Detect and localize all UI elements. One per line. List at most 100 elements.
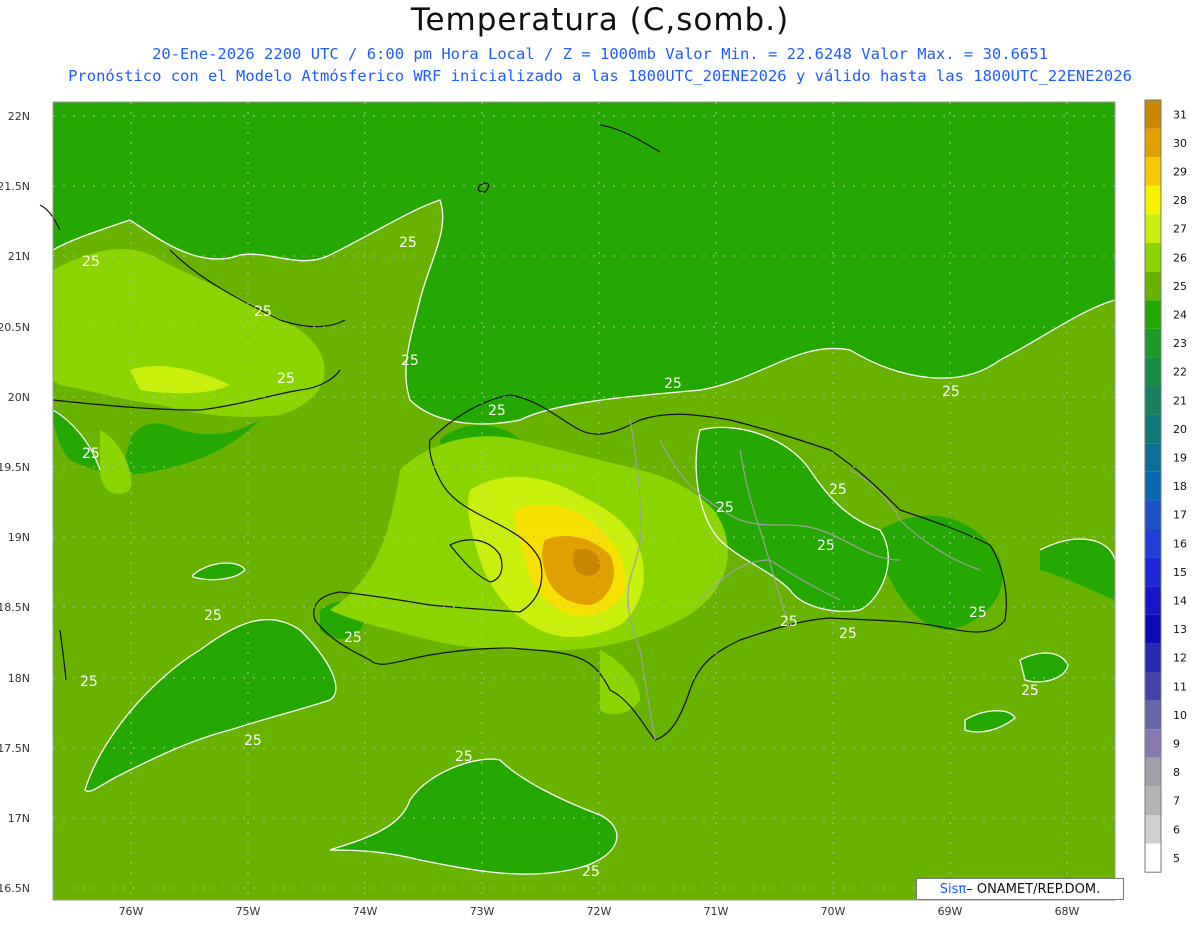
contour-label: 25 bbox=[839, 626, 857, 642]
contour-label: 25 bbox=[399, 235, 417, 251]
colorbar-swatch bbox=[1145, 271, 1161, 301]
lat-label: 20N bbox=[8, 391, 30, 404]
lat-label: 19.5N bbox=[0, 461, 30, 474]
warm-27-regions bbox=[130, 365, 644, 637]
colorbar-swatch bbox=[1145, 757, 1161, 787]
lat-label: 16.5N bbox=[0, 882, 30, 895]
colorbar-label: 13 bbox=[1173, 623, 1187, 636]
credit-brand: Sisπ bbox=[939, 881, 967, 897]
colorbar-label: 7 bbox=[1173, 795, 1180, 808]
lon-label: 68W bbox=[1055, 905, 1080, 918]
model-info-line: Pronóstico con el Modelo Atmósferico WRF… bbox=[68, 67, 1132, 85]
lon-label: 75W bbox=[236, 905, 261, 918]
borders bbox=[627, 419, 981, 741]
lat-label: 17N bbox=[8, 812, 30, 825]
colorbar-label: 20 bbox=[1173, 423, 1187, 436]
warm-31-regions bbox=[572, 548, 601, 576]
colorbar-label: 22 bbox=[1173, 366, 1187, 379]
contour-label: 25 bbox=[204, 608, 222, 624]
lon-label: 69W bbox=[938, 905, 963, 918]
colorbar-label: 10 bbox=[1173, 709, 1187, 722]
lon-label: 76W bbox=[119, 905, 144, 918]
lon-label: 74W bbox=[353, 905, 378, 918]
lat-label: 17.5N bbox=[0, 742, 30, 755]
colorbar-label: 23 bbox=[1173, 337, 1187, 350]
colorbar-swatch bbox=[1145, 557, 1161, 587]
credit-text: – ONAMET/REP.DOM. bbox=[966, 881, 1101, 897]
colorbar-label: 28 bbox=[1173, 194, 1187, 207]
colorbar-swatch bbox=[1145, 471, 1161, 501]
contour-25 bbox=[52, 199, 1116, 875]
colorbar-swatch bbox=[1145, 243, 1161, 272]
lon-label: 70W bbox=[821, 905, 846, 918]
colorbar-frame bbox=[1144, 99, 1162, 873]
colorbar-label: 21 bbox=[1173, 394, 1187, 407]
colorbar-label: 26 bbox=[1173, 251, 1187, 264]
contour-label: 25 bbox=[942, 384, 960, 400]
contour-label: 25 bbox=[488, 403, 506, 419]
colorbar-swatch bbox=[1145, 185, 1161, 215]
colorbar-swatch bbox=[1145, 214, 1161, 243]
contour-labels: 25 25 25 25 25 25 25 25 25 25 25 25 25 2… bbox=[80, 235, 1039, 880]
colorbar-label: 19 bbox=[1173, 452, 1187, 465]
contour-label: 25 bbox=[969, 605, 987, 621]
colorbar: 31 30 29 28 27 26 25 24 23 22 21 20 19 18 17 16 15 14 13 12… bbox=[1144, 99, 1187, 873]
coastlines bbox=[39, 124, 1007, 741]
colorbar-label: 11 bbox=[1173, 680, 1187, 693]
colorbar-swatch bbox=[1145, 443, 1161, 472]
colorbar-swatch bbox=[1145, 414, 1161, 444]
contour-label: 25 bbox=[817, 538, 835, 554]
contour-label: 25 bbox=[244, 733, 262, 749]
colorbar-label: 16 bbox=[1173, 537, 1187, 550]
colorbar-swatch bbox=[1145, 729, 1161, 758]
contour-label: 25 bbox=[829, 482, 847, 498]
colorbar-swatch bbox=[1145, 786, 1161, 815]
longitude-axis: 76W 75W 74W 73W 72W 71W 70W 69W 68W bbox=[119, 905, 1080, 918]
valid-time-line: 20-Ene-2026 2200 UTC / 6:00 pm Hora Loca… bbox=[152, 45, 1048, 63]
lon-label: 72W bbox=[587, 905, 612, 918]
colorbar-label: 12 bbox=[1173, 652, 1187, 665]
colorbar-label: 6 bbox=[1173, 823, 1180, 836]
credit-box: Sisπ – ONAMET/REP.DOM. bbox=[916, 878, 1124, 900]
colorbar-swatch bbox=[1145, 300, 1161, 329]
colorbar-swatch bbox=[1145, 614, 1161, 644]
colorbar-swatch bbox=[1145, 328, 1161, 358]
colorbar-label: 25 bbox=[1173, 280, 1187, 293]
colorbar-swatch bbox=[1145, 672, 1161, 701]
colorbar-label: 18 bbox=[1173, 480, 1187, 493]
contour-label: 25 bbox=[664, 376, 682, 392]
colorbar-swatch bbox=[1145, 100, 1161, 129]
colorbar-swatch bbox=[1145, 843, 1161, 873]
lat-label: 21.5N bbox=[0, 180, 30, 193]
map-title: Temperatura (C,somb.) bbox=[410, 2, 790, 38]
lon-label: 73W bbox=[470, 905, 495, 918]
lat-label: 18N bbox=[8, 672, 30, 685]
field-background bbox=[53, 102, 1115, 900]
contour-label: 25 bbox=[1021, 683, 1039, 699]
colorbar-swatch bbox=[1145, 386, 1161, 415]
contour-label: 25 bbox=[582, 864, 600, 880]
lat-label: 22N bbox=[8, 110, 30, 123]
map-frame bbox=[52, 101, 1116, 901]
colorbar-swatch bbox=[1145, 815, 1161, 844]
graticule bbox=[53, 102, 1115, 900]
contour-label: 25 bbox=[254, 304, 272, 320]
colorbar-label: 15 bbox=[1173, 566, 1187, 579]
colorbar-label: 5 bbox=[1173, 852, 1180, 865]
colorbar-swatch bbox=[1145, 128, 1161, 158]
contour-label: 25 bbox=[80, 674, 98, 690]
colorbar-label: 8 bbox=[1173, 766, 1180, 779]
colorbar-swatch bbox=[1145, 500, 1161, 529]
latitude-axis: 22N 21.5N 21N 20.5N 20N 19.5N 19N 18.5N … bbox=[0, 110, 30, 895]
colorbar-swatch bbox=[1145, 643, 1161, 672]
lat-label: 20.5N bbox=[0, 321, 30, 334]
colorbar-swatch bbox=[1145, 157, 1161, 186]
colorbar-swatch bbox=[1145, 700, 1161, 730]
colorbar-label: 30 bbox=[1173, 137, 1187, 150]
colorbar-label: 9 bbox=[1173, 738, 1180, 751]
colorbar-swatch bbox=[1145, 586, 1161, 615]
contour-label: 25 bbox=[344, 630, 362, 646]
warm-30-regions bbox=[542, 535, 614, 605]
lat-label: 18.5N bbox=[0, 601, 30, 614]
colorbar-label: 29 bbox=[1173, 166, 1187, 179]
